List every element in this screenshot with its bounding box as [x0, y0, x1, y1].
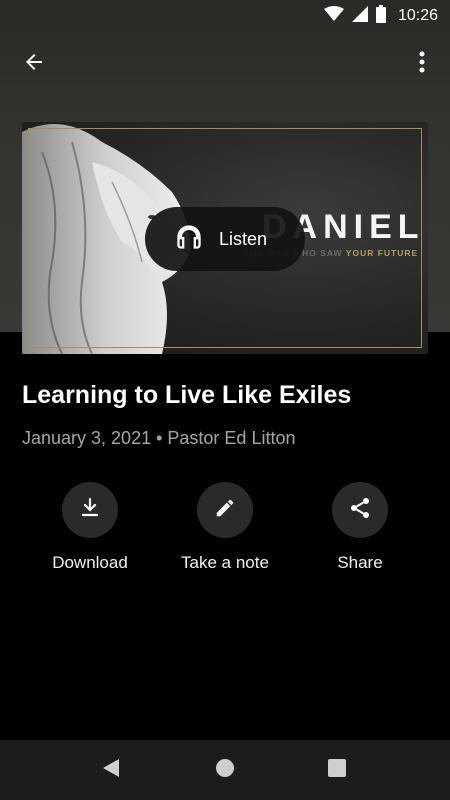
more-vert-icon: [419, 51, 425, 78]
signal-icon: [351, 5, 368, 27]
nav-recents-icon: [328, 758, 346, 782]
share-circle: [332, 482, 388, 538]
wifi-icon: [323, 5, 344, 27]
sermon-meta: January 3, 2021 • Pastor Ed Litton: [22, 428, 296, 448]
share-label: Share: [337, 553, 383, 572]
nav-back-icon: [101, 758, 121, 783]
nav-recents-button[interactable]: [317, 750, 357, 790]
headphones-icon: [175, 223, 203, 256]
status-time: 10:26: [397, 7, 438, 24]
system-nav-bar: [0, 740, 450, 800]
share-button[interactable]: Share: [290, 482, 430, 573]
nav-home-icon: [215, 758, 235, 783]
take-note-circle: [197, 482, 253, 538]
back-button[interactable]: [14, 44, 54, 84]
sermon-detail-screen: 10:26 DANIEL WHO SAW YOUR FUTURE Listen …: [0, 0, 450, 800]
download-icon: [78, 496, 102, 525]
nav-home-button[interactable]: [205, 750, 245, 790]
sermon-title: Learning to Live Like Exiles: [22, 381, 352, 409]
status-bar: 10:26: [0, 0, 450, 32]
take-note-label: Take a note: [181, 553, 269, 572]
action-row: Download Take a note Share: [0, 482, 450, 582]
pencil-icon: [214, 497, 236, 524]
share-icon: [348, 496, 372, 525]
take-note-button[interactable]: Take a note: [155, 482, 295, 573]
download-circle: [62, 482, 118, 538]
nav-back-button[interactable]: [91, 750, 131, 790]
download-button[interactable]: Download: [20, 482, 160, 573]
more-options-button[interactable]: [402, 44, 442, 84]
app-bar: [0, 36, 450, 92]
listen-label: Listen: [219, 228, 268, 249]
arrow-back-icon: [22, 50, 46, 79]
listen-button[interactable]: Listen: [145, 207, 305, 271]
subtitle-highlight: YOUR FUTURE: [345, 248, 419, 258]
battery-icon: [375, 4, 386, 28]
download-label: Download: [52, 553, 128, 572]
